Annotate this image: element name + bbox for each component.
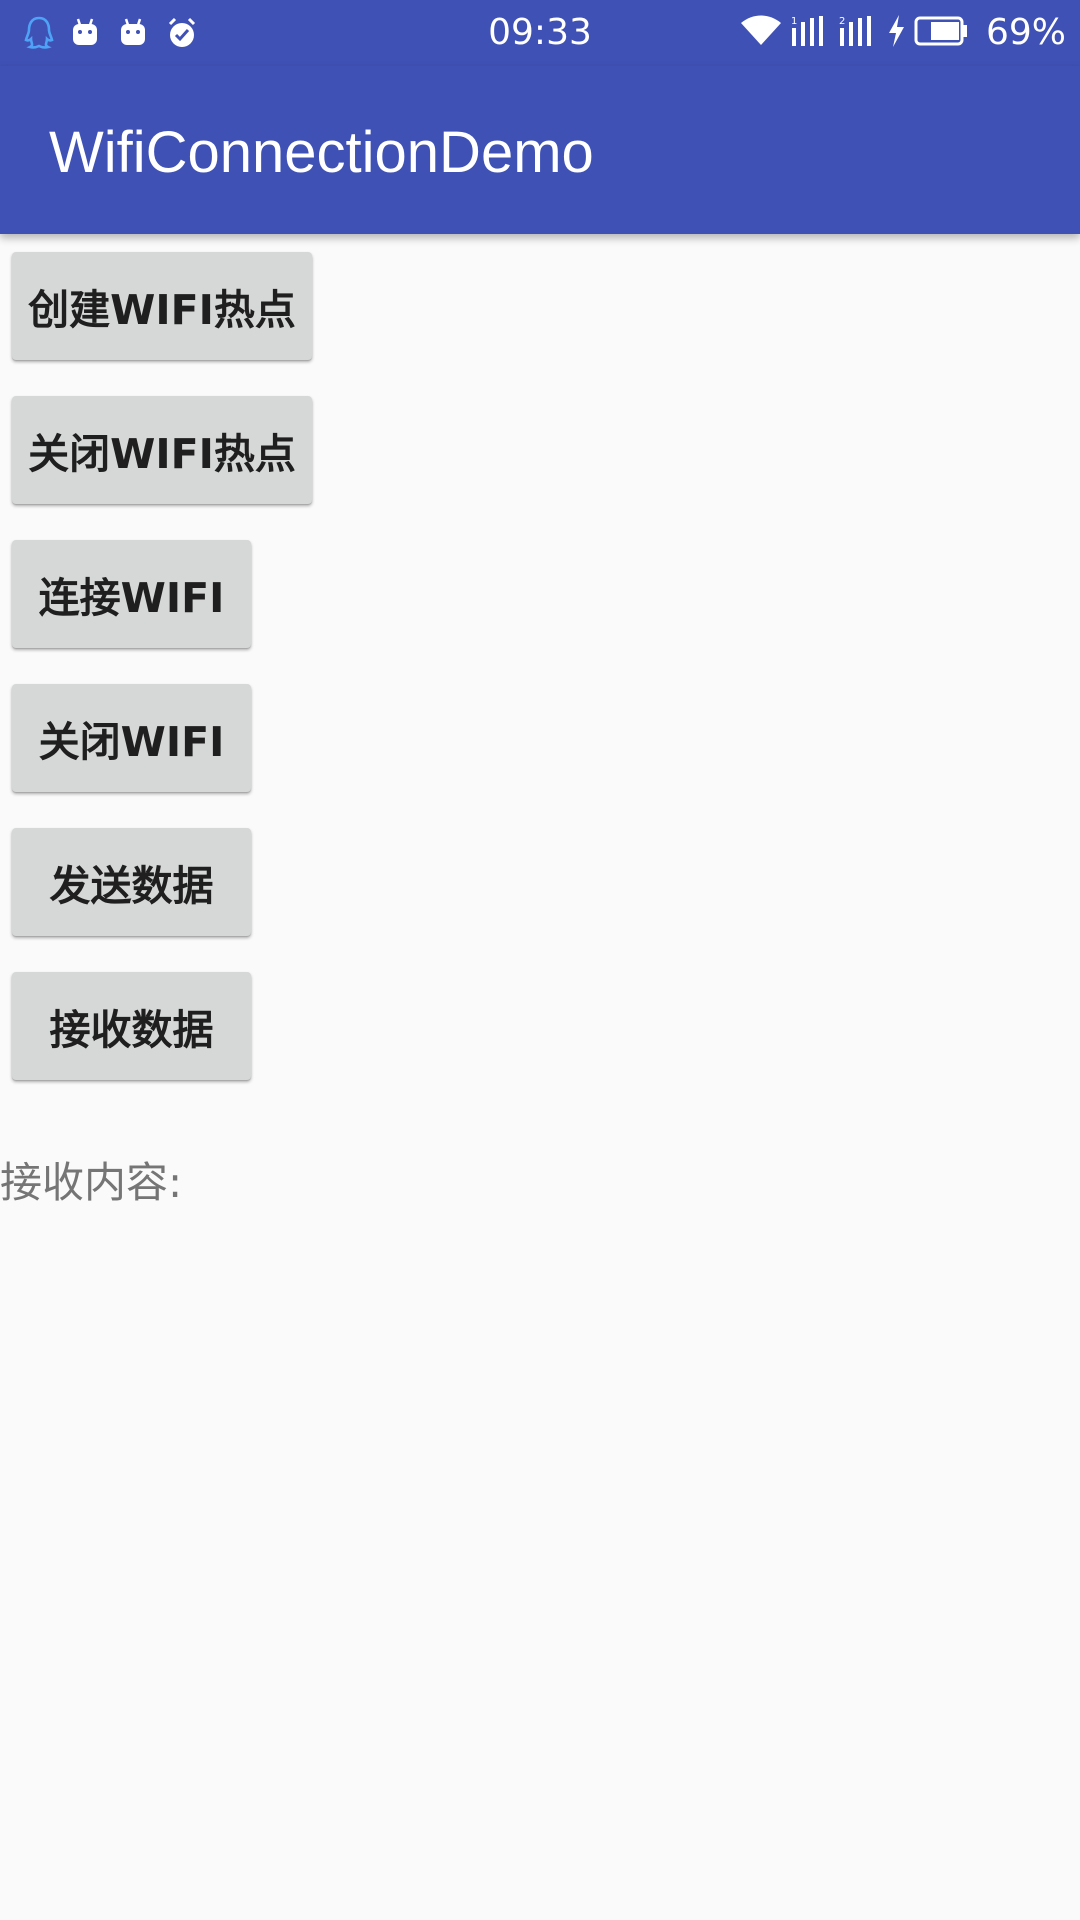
receive-data-button[interactable]: 接收数据 — [12, 972, 251, 1080]
app-screen: 09:33 1 2 69% WifiConnectionDemo 创建WIFI热… — [0, 0, 1080, 1920]
received-content-label: 接收内容: — [0, 1158, 183, 1207]
wifi-icon — [740, 15, 782, 51]
battery-icon — [914, 15, 968, 51]
charging-icon — [886, 14, 906, 52]
close-wifi-hotspot-button[interactable]: 关闭WIFI热点 — [12, 396, 312, 504]
connect-wifi-button[interactable]: 连接WIFI — [12, 540, 251, 648]
svg-text:1: 1 — [791, 16, 797, 27]
status-bar: 09:33 1 2 69% — [0, 0, 1080, 66]
send-data-button[interactable]: 发送数据 — [12, 828, 251, 936]
battery-percent: 69% — [985, 12, 1066, 53]
app-title: WifiConnectionDemo — [49, 120, 594, 185]
close-wifi-button[interactable]: 关闭WIFI — [12, 684, 251, 792]
svg-text:2: 2 — [839, 16, 845, 27]
app-bar: WifiConnectionDemo — [0, 66, 1080, 234]
system-icons: 1 2 69% — [740, 12, 1066, 54]
signal-2-icon: 2 — [838, 14, 878, 52]
signal-1-icon: 1 — [790, 14, 830, 52]
create-wifi-hotspot-button[interactable]: 创建WIFI热点 — [12, 252, 312, 360]
